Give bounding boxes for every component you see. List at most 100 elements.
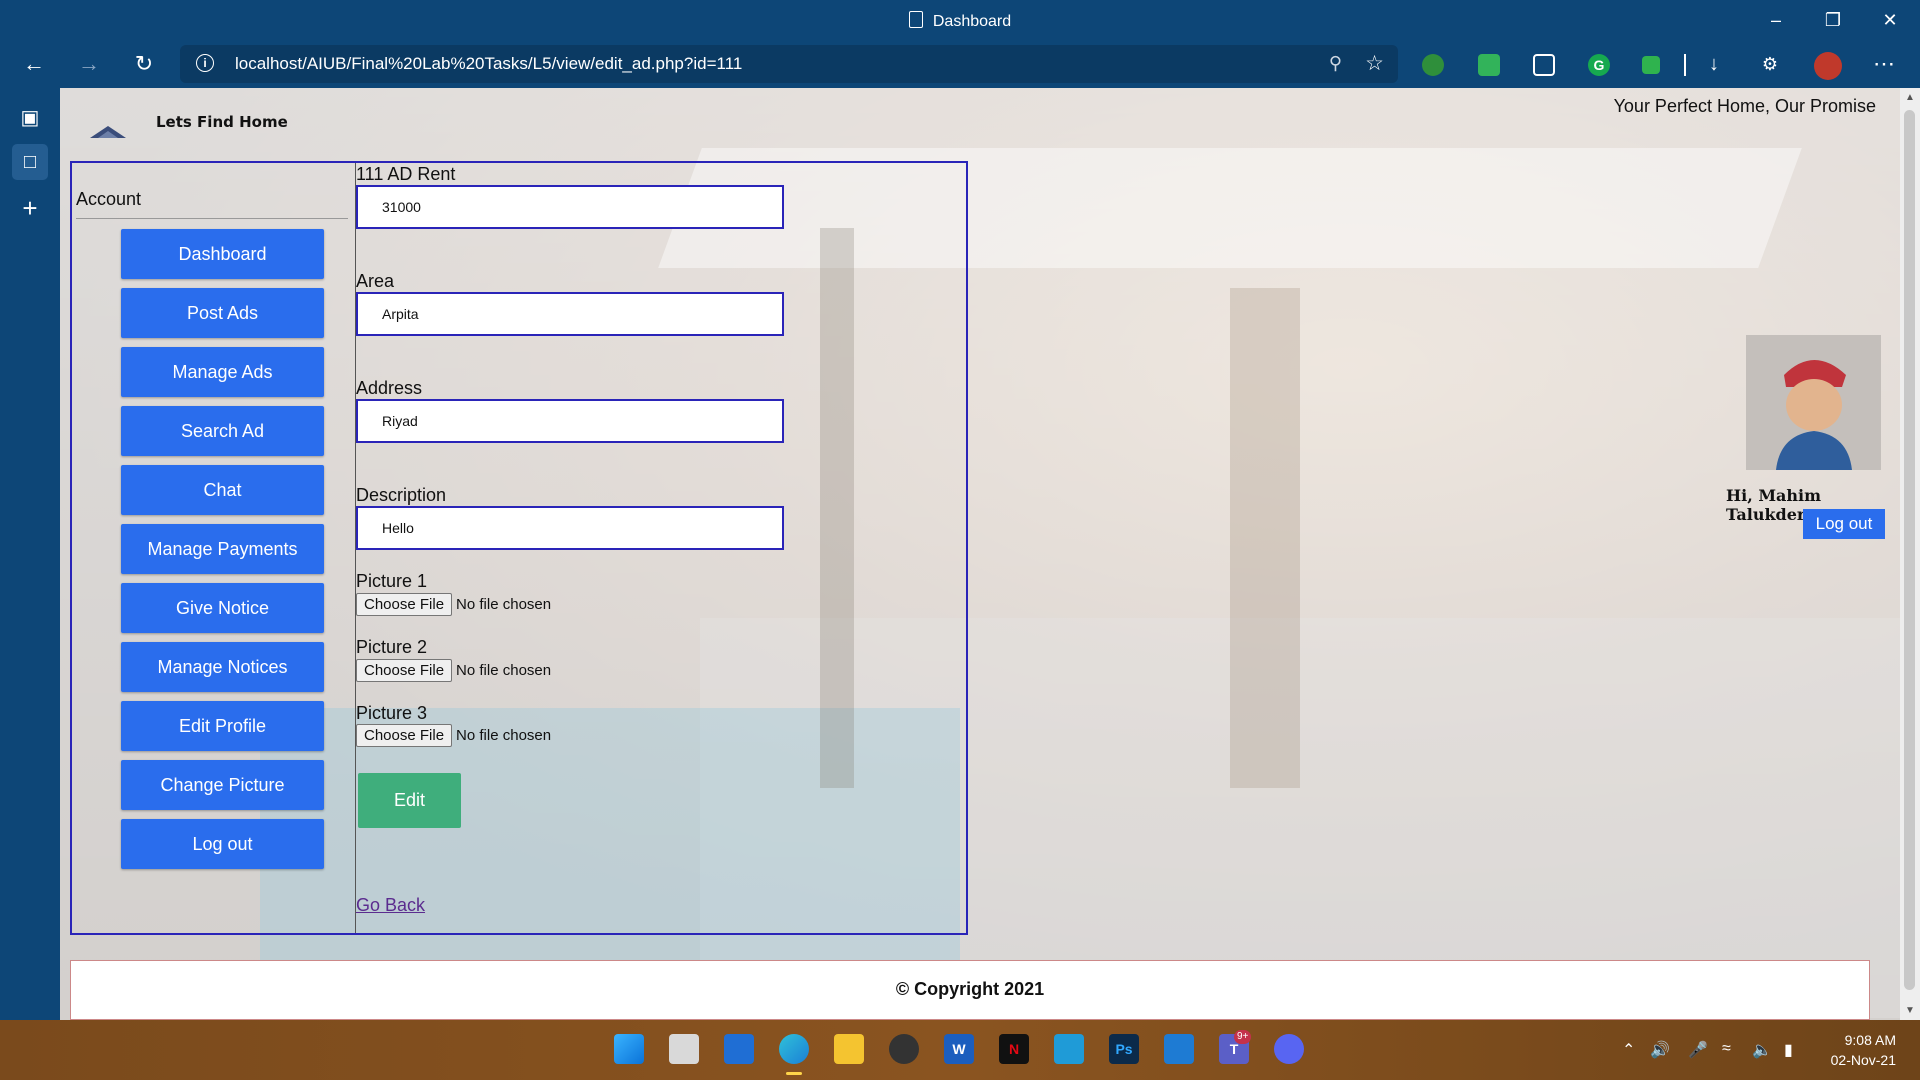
- chevron-up-icon[interactable]: ⌃: [1622, 1040, 1635, 1060]
- wifi-icon[interactable]: ≈: [1722, 1040, 1731, 1058]
- speaker-icon[interactable]: 🔊: [1650, 1040, 1670, 1060]
- obs-icon[interactable]: [889, 1034, 919, 1064]
- page-viewport: Lets Find Home Your Perfect Home, Our Pr…: [60, 88, 1900, 1020]
- menu-logout-button[interactable]: Log out: [121, 819, 324, 869]
- profile-avatar[interactable]: [1814, 52, 1842, 80]
- picture-2-file-input: Choose File No file chosen: [356, 659, 551, 682]
- menu-give-notice-button[interactable]: Give Notice: [121, 583, 324, 633]
- more-icon[interactable]: ⋯: [1870, 50, 1898, 78]
- area-input[interactable]: Arpita: [356, 292, 784, 336]
- browser-toolbar: ← → ↻ i localhost/AIUB/Final%20Lab%20Tas…: [0, 40, 1920, 88]
- extension-guard-icon[interactable]: [1533, 54, 1555, 76]
- edit-ad-form: 111 AD Rent 31000 Area Arpita Address Ri…: [356, 163, 966, 933]
- menu-post-ads-button[interactable]: Post Ads: [121, 288, 324, 338]
- window-title-text: Dashboard: [932, 13, 1012, 30]
- choose-file-button[interactable]: Choose File: [356, 724, 453, 747]
- edge-icon[interactable]: [779, 1034, 809, 1064]
- description-label: Description: [356, 485, 447, 505]
- file-explorer-icon[interactable]: [834, 1034, 864, 1064]
- url-text: localhost/AIUB/Final%20Lab%20Tasks/L5/vi…: [235, 54, 743, 73]
- footer: © Copyright 2021: [70, 960, 1870, 1020]
- teams-badge: 9+: [1234, 1030, 1252, 1044]
- battery-icon[interactable]: ▮: [1784, 1040, 1793, 1060]
- grammarly-icon[interactable]: G: [1588, 54, 1610, 76]
- picture-2-label: Picture 2: [356, 637, 428, 657]
- extension-check-icon[interactable]: [1642, 56, 1660, 74]
- scrollbar-thumb[interactable]: [1904, 110, 1915, 990]
- rent-value: 31000: [382, 199, 421, 215]
- menu-manage-payments-button[interactable]: Manage Payments: [121, 524, 324, 574]
- back-icon[interactable]: ←: [20, 50, 48, 78]
- netflix-icon[interactable]: N: [999, 1034, 1029, 1064]
- scroll-down-icon[interactable]: ▼: [1900, 1005, 1920, 1016]
- scroll-up-icon[interactable]: ▲: [1900, 92, 1920, 103]
- avatar: [1746, 335, 1881, 470]
- rent-input[interactable]: 31000: [356, 185, 784, 229]
- refresh-icon[interactable]: ↻: [130, 50, 158, 78]
- taskbar: W N Ps T 9+ ⌃ 🔊 🎤 ≈ 🔈 ▮ 9:08 AM 02-Nov-2…: [0, 1020, 1920, 1080]
- clock-time: 9:08 AM: [1844, 1032, 1896, 1048]
- restore-button[interactable]: ❐: [1813, 6, 1853, 34]
- extension-shield-icon[interactable]: [1478, 54, 1500, 76]
- rent-label: 111 AD Rent: [356, 164, 456, 184]
- area-value: Arpita: [382, 306, 419, 322]
- start-icon[interactable]: [614, 1034, 644, 1064]
- menu-chat-button[interactable]: Chat: [121, 465, 324, 515]
- download-icon[interactable]: ↓: [1700, 50, 1728, 78]
- file-status: No file chosen: [456, 727, 552, 744]
- zoom-icon[interactable]: ⚲: [1329, 53, 1342, 74]
- active-tab-icon[interactable]: □: [12, 144, 48, 180]
- word-icon[interactable]: W: [944, 1034, 974, 1064]
- close-button[interactable]: ✕: [1870, 6, 1910, 34]
- picture-1-label: Picture 1: [356, 571, 428, 591]
- vscode-icon[interactable]: [1164, 1034, 1194, 1064]
- background-wall: [1230, 288, 1300, 788]
- volume-icon[interactable]: 🔈: [1752, 1040, 1772, 1060]
- content-box: Account Dashboard Post Ads Manage Ads Se…: [70, 161, 968, 935]
- address-bar[interactable]: i localhost/AIUB/Final%20Lab%20Tasks/L5/…: [180, 45, 1398, 83]
- new-tab-icon[interactable]: +: [12, 190, 48, 226]
- account-title: Account: [76, 189, 142, 209]
- tab-actions-icon[interactable]: ▣: [12, 100, 48, 136]
- forward-icon[interactable]: →: [75, 50, 103, 78]
- copyright-text: © Copyright 2021: [895, 979, 1045, 999]
- menu-manage-ads-button[interactable]: Manage Ads: [121, 347, 324, 397]
- menu-search-ad-button[interactable]: Search Ad: [121, 406, 324, 456]
- add-favorite-icon[interactable]: ☆: [1365, 51, 1384, 76]
- picture-1-file-input: Choose File No file chosen: [356, 593, 551, 616]
- clock[interactable]: 9:08 AM 02-Nov-21: [1831, 1030, 1896, 1070]
- choose-file-button[interactable]: Choose File: [356, 593, 453, 616]
- extension-earth-icon[interactable]: [1422, 54, 1444, 76]
- minimize-button[interactable]: –: [1756, 6, 1796, 34]
- collections-icon[interactable]: ⚙: [1756, 50, 1784, 78]
- logo-icon: [90, 126, 126, 138]
- prime-video-icon[interactable]: [1054, 1034, 1084, 1064]
- toolbar-divider: [1684, 54, 1686, 76]
- description-input[interactable]: Hello: [356, 506, 784, 550]
- menu-edit-profile-button[interactable]: Edit Profile: [121, 701, 324, 751]
- discord-icon[interactable]: [1274, 1034, 1304, 1064]
- widgets-icon[interactable]: [724, 1034, 754, 1064]
- photoshop-icon[interactable]: Ps: [1109, 1034, 1139, 1064]
- choose-file-button[interactable]: Choose File: [356, 659, 453, 682]
- file-status: No file chosen: [456, 596, 552, 613]
- address-input[interactable]: Riyad: [356, 399, 784, 443]
- menu-change-picture-button[interactable]: Change Picture: [121, 760, 324, 810]
- page-icon: [908, 11, 923, 28]
- info-icon[interactable]: i: [196, 54, 214, 72]
- page-scrollbar[interactable]: ▲ ▼: [1900, 88, 1920, 1020]
- divider: [76, 218, 348, 219]
- menu-dashboard-button[interactable]: Dashboard: [121, 229, 324, 279]
- account-panel: Account Dashboard Post Ads Manage Ads Se…: [72, 163, 356, 933]
- address-value: Riyad: [382, 413, 418, 429]
- task-view-icon[interactable]: [669, 1034, 699, 1064]
- description-value: Hello: [382, 520, 414, 536]
- microphone-icon[interactable]: 🎤: [1688, 1040, 1708, 1060]
- picture-3-file-input: Choose File No file chosen: [356, 724, 551, 747]
- address-label: Address: [356, 378, 423, 398]
- header-logout-button[interactable]: Log out: [1803, 509, 1885, 539]
- go-back-link[interactable]: Go Back: [356, 895, 425, 916]
- edit-button[interactable]: Edit: [358, 773, 461, 828]
- window-title: Dashboard: [0, 11, 1920, 31]
- menu-manage-notices-button[interactable]: Manage Notices: [121, 642, 324, 692]
